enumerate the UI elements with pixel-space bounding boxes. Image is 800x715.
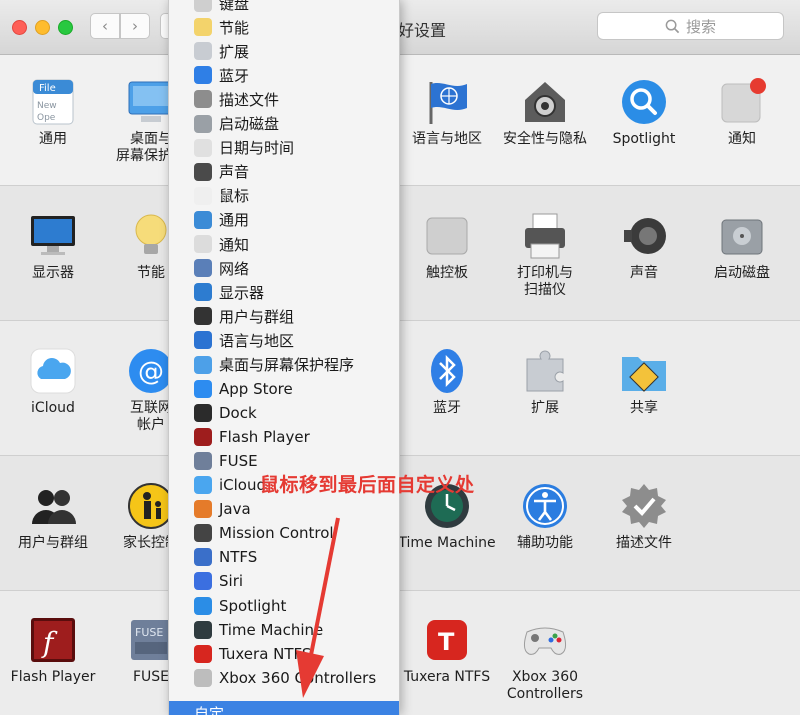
annotation-arrow [296,517,340,698]
